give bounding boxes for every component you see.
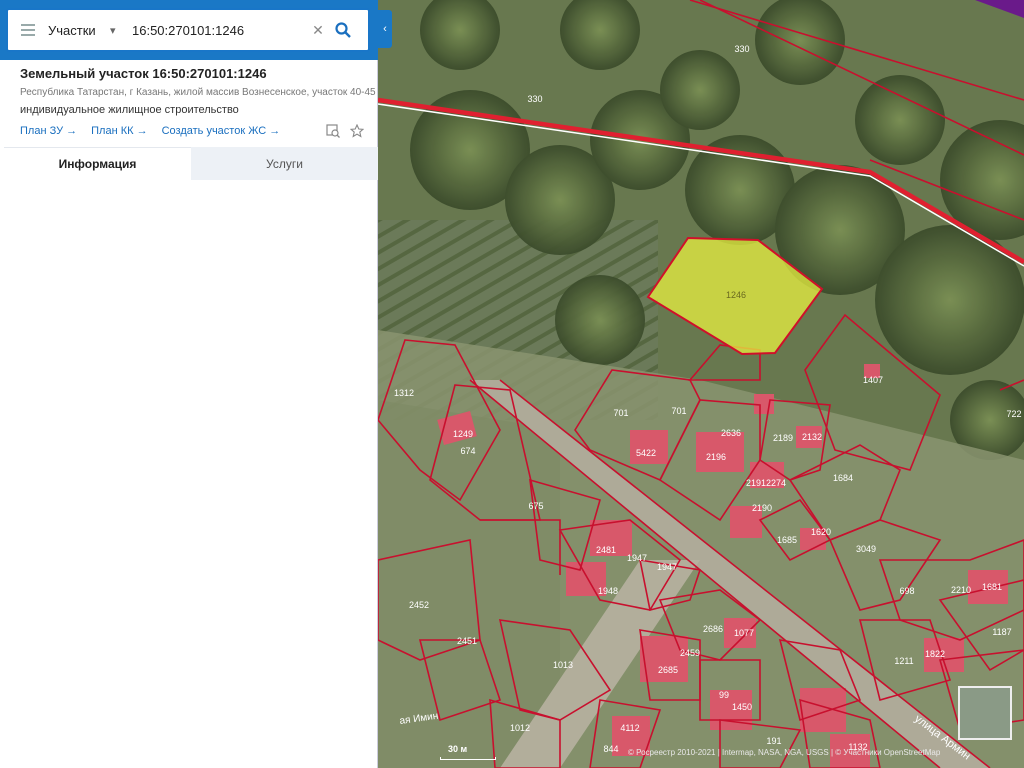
info-panel: Участки ▾ ✕ Земельный участок 16:50:2701… — [0, 0, 378, 768]
parcel-label: 2481 — [596, 545, 616, 555]
parcel-label: 2191 — [746, 478, 766, 488]
parcel-label: 701 — [671, 406, 686, 416]
parcel-label: 675 — [528, 501, 543, 511]
parcel-label: 1685 — [777, 535, 797, 545]
collapse-panel-button[interactable]: ‹ — [378, 10, 392, 48]
parcel-label: 330 — [734, 44, 749, 54]
category-select[interactable]: Участки — [48, 23, 110, 38]
parcel-label: 674 — [460, 446, 475, 456]
zoom-to-icon[interactable] — [326, 124, 340, 138]
parcel-label: 1947 — [627, 553, 647, 563]
parcel-label: 1681 — [982, 582, 1002, 592]
parcel-label: 701 — [613, 408, 628, 418]
parcel-label: 1948 — [598, 586, 618, 596]
parcel-label: 2452 — [409, 600, 429, 610]
parcel-label: 1187 — [992, 627, 1011, 637]
parcel-label: 2451 — [457, 636, 477, 646]
parcel-label: 5422 — [636, 448, 656, 458]
parcel-label: 1407 — [863, 375, 883, 385]
parcel-label: 2274 — [766, 478, 786, 488]
parcel-address: Республика Татарстан, г Казань, жилой ма… — [20, 87, 376, 98]
search-icon — [335, 22, 351, 38]
parcel-label: 1249 — [453, 429, 473, 439]
parcel-actions — [326, 124, 364, 138]
parcel-label: 2132 — [802, 432, 822, 442]
parcel-label: 1077 — [734, 628, 754, 638]
search-bar: Участки ▾ ✕ — [6, 8, 370, 52]
parcel-label: 2189 — [773, 433, 793, 443]
tab-info[interactable]: Информация — [4, 147, 191, 180]
parcel-usage: индивидуальное жилищное строительство — [20, 104, 239, 116]
parcel-label: 191 — [766, 736, 781, 746]
parcel-label: 1450 — [732, 702, 752, 712]
parcel-label: 2190 — [752, 503, 772, 513]
parcel-label: 3049 — [856, 544, 876, 554]
parcel-label: 722 — [1006, 409, 1021, 419]
parcel-label: 1947 — [657, 562, 677, 572]
parcel-label: 698 — [899, 586, 914, 596]
parcel-label: 330 — [527, 94, 542, 104]
parcel-label: 1620 — [811, 527, 831, 537]
create-parcel-link[interactable]: Создать участок ЖС → — [162, 125, 281, 137]
parcel-label: 2196 — [706, 452, 726, 462]
scale-bar — [440, 757, 496, 760]
parcel-label: 2459 — [680, 648, 700, 658]
selected-parcel-label: 1246 — [726, 290, 746, 300]
parcel-label: 4112 — [620, 723, 639, 733]
parcel-label: 1013 — [553, 660, 573, 670]
parcel-label: 1822 — [925, 649, 945, 659]
parcel-label: 2686 — [703, 624, 723, 634]
panel-tabs: Информация Услуги — [4, 147, 378, 180]
parcel-label: 2210 — [951, 585, 971, 595]
search-button[interactable] — [329, 22, 357, 38]
parcel-label: 99 — [719, 690, 729, 700]
parcel-label: 1211 — [894, 656, 913, 666]
clear-icon[interactable]: ✕ — [307, 22, 329, 39]
parcel-label: 1312 — [394, 388, 414, 398]
parcel-links: План ЗУ → План КК → Создать участок ЖС → — [20, 125, 280, 137]
parcel-label: 2685 — [658, 665, 678, 675]
tab-services[interactable]: Услуги — [191, 147, 378, 180]
menu-icon[interactable] — [8, 10, 48, 50]
scale-label: 30 м — [448, 744, 468, 754]
parcel-label: 1684 — [833, 473, 853, 483]
plan-kk-link[interactable]: План КК → — [91, 125, 147, 137]
layer-switcher-button[interactable] — [958, 686, 1012, 740]
plan-zu-link[interactable]: План ЗУ → — [20, 125, 77, 137]
search-input[interactable] — [132, 22, 307, 38]
parcel-label: 844 — [603, 744, 618, 754]
map-attribution: © Росреестр 2010-2021 | Intermap, NASA, … — [628, 748, 941, 757]
parcel-label: 1012 — [510, 723, 530, 733]
parcel-title: Земельный участок 16:50:270101:1246 — [20, 66, 267, 81]
chevron-down-icon[interactable]: ▾ — [110, 24, 132, 37]
parcel-label: 2636 — [721, 428, 741, 438]
star-icon[interactable] — [350, 124, 364, 138]
